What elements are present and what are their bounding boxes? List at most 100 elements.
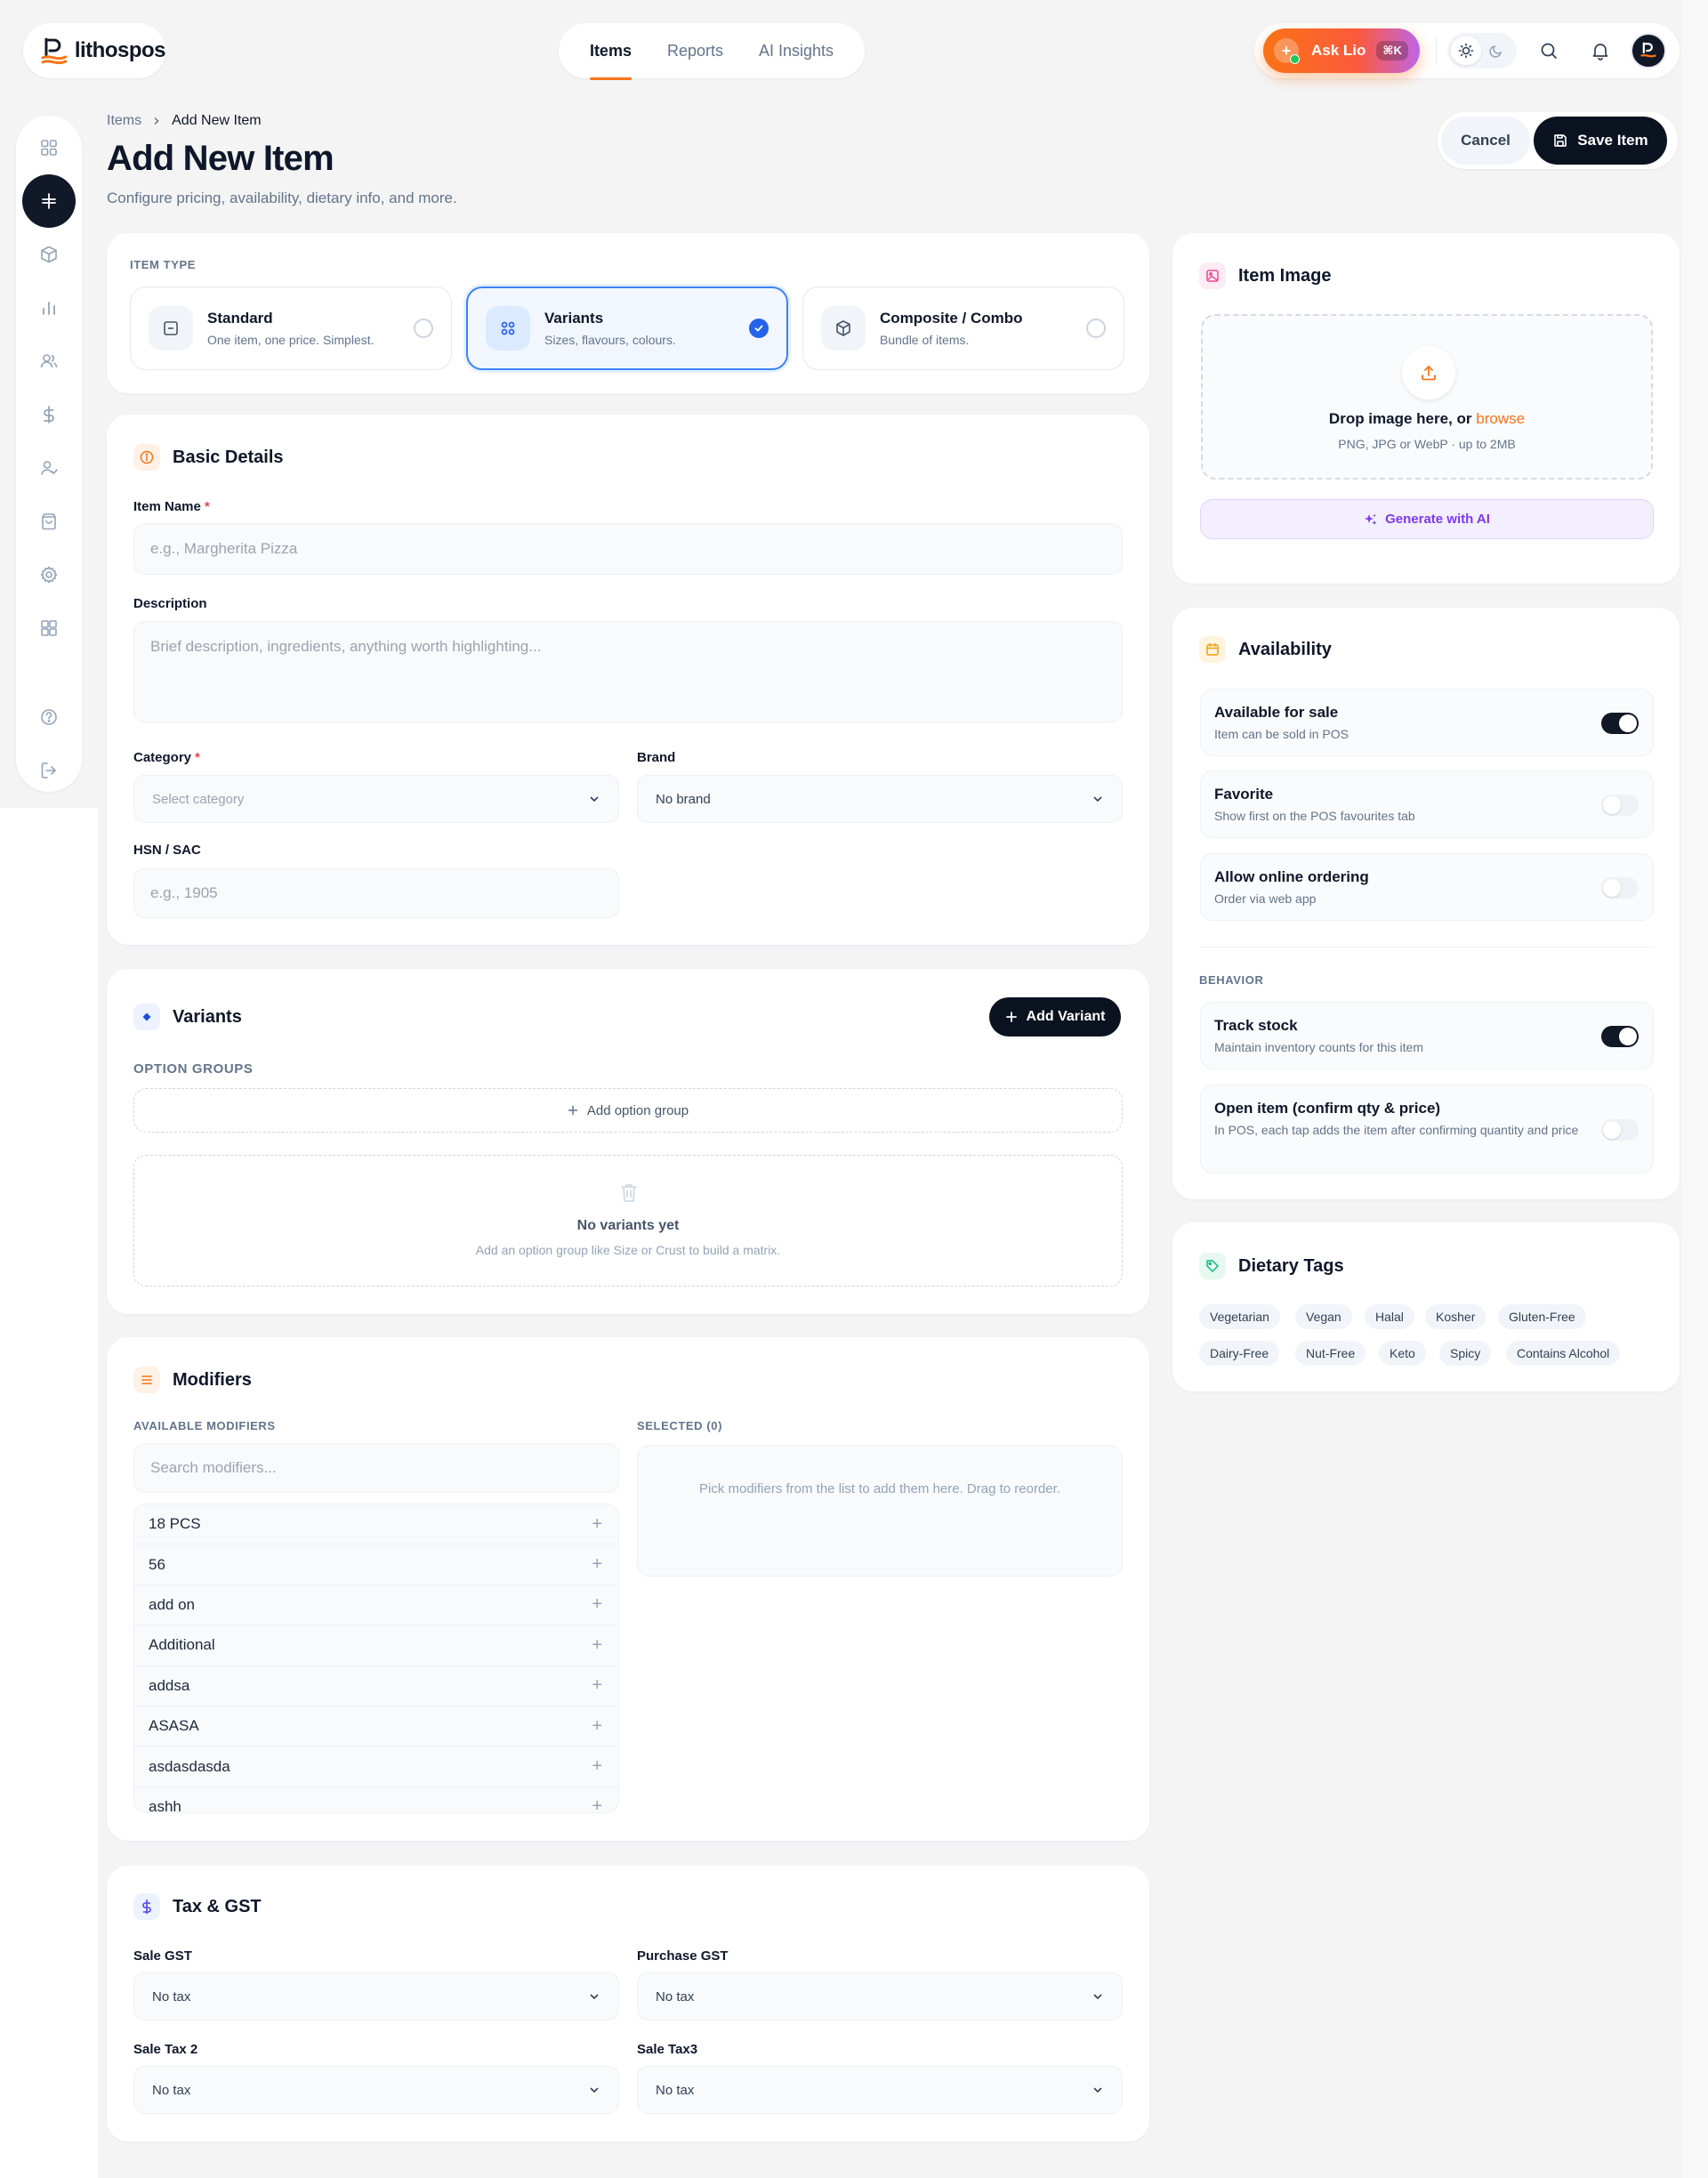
generate-with-ai-button[interactable]: Generate with AI [1200,499,1654,539]
plus-icon[interactable]: + [592,1514,602,1535]
plus-icon[interactable]: + [592,1554,602,1575]
tag-vegan[interactable]: Vegan [1295,1304,1352,1329]
breadcrumb-current: Add New Item [172,113,262,128]
image-dropzone[interactable]: Drop image here, or browse PNG, JPG or W… [1201,314,1653,480]
description-textarea[interactable]: Brief description, ingredients, anything… [133,621,1123,722]
item-type-standard[interactable]: Standard One item, one price. Simplest. [130,286,452,370]
tag-gluten-free[interactable]: Gluten-Free [1498,1304,1586,1329]
radio-variants-checked[interactable] [749,319,769,338]
chevron-down-icon [1093,1994,1102,2000]
tab-reports[interactable]: Reports [667,42,723,60]
browse-link[interactable]: browse [1476,410,1525,427]
sidebar-item-reports[interactable] [22,281,76,335]
plus-icon[interactable]: + [592,1756,602,1777]
sidebar-item-items[interactable] [22,228,76,281]
moon-icon[interactable] [1481,36,1511,65]
add-option-group-button[interactable]: Add option group [133,1088,1123,1133]
tab-ai-insights[interactable]: AI Insights [759,42,834,60]
tag-vegetarian[interactable]: Vegetarian [1199,1304,1280,1329]
select-value: No tax [152,2082,191,2098]
tag-halal[interactable]: Halal [1365,1304,1414,1329]
sale-tax2-select[interactable]: No tax [133,2066,619,2114]
sidebar-item-logout[interactable] [22,744,76,797]
plus-icon[interactable]: + [592,1635,602,1656]
required-mark: * [204,499,210,514]
cancel-button[interactable]: Cancel [1441,117,1530,165]
list-item[interactable]: 18 PCS + [134,1504,618,1545]
breadcrumb-items-link[interactable]: Items [107,113,141,129]
favorite-toggle[interactable] [1601,795,1639,816]
item-type-composite[interactable]: Composite / Combo Bundle of items. [802,286,1124,370]
tag-nut-free[interactable]: Nut-Free [1295,1341,1366,1366]
list-item[interactable]: 56 + [134,1545,618,1585]
plus-icon[interactable]: + [592,1716,602,1737]
theme-toggle[interactable] [1447,33,1517,69]
scroll-gutter [1681,0,1708,2178]
plus-icon[interactable]: + [592,1594,602,1615]
purchase-gst-select[interactable]: No tax [637,1972,1123,2021]
sidebar-item-dashboard[interactable] [22,121,76,174]
list-item[interactable]: ASASA + [134,1706,618,1747]
add-option-group-label: Add option group [586,1102,689,1118]
sidebar-item-finance[interactable] [22,388,76,441]
selected-modifiers-dropzone[interactable]: Pick modifiers from the list to add them… [637,1445,1123,1577]
search-modifiers-input[interactable]: Search modifiers... [133,1443,619,1493]
avatar[interactable] [1631,33,1666,69]
sidebar-item-pos[interactable] [22,174,76,228]
app-logo[interactable]: lithospos [23,23,166,78]
list-item[interactable]: Additional + [134,1625,618,1666]
sidebar-item-apps[interactable] [22,601,76,655]
row-desc: Order via web app [1214,891,1317,906]
item-type-label: ITEM TYPE [130,258,197,271]
list-item[interactable]: addsa + [134,1666,618,1706]
tag-icon [1199,1253,1226,1279]
hsn-input[interactable]: e.g., 1905 [133,868,619,918]
radio-composite[interactable] [1086,319,1106,338]
online-ordering-toggle[interactable] [1601,877,1639,899]
help-icon [41,709,57,725]
list-item[interactable]: add on + [134,1585,618,1626]
sidebar-item-settings[interactable] [22,548,76,601]
sidebar-item-orders[interactable] [22,495,76,548]
list-item[interactable]: asdasdasda + [134,1746,618,1787]
sidebar-item-staff[interactable] [22,441,76,495]
logo-mark-icon [41,37,68,65]
type-name: Variants [544,310,604,327]
tag-contains-alcohol[interactable]: Contains Alcohol [1506,1341,1621,1366]
header-actions: + Ask Lio ⌘K [1254,23,1680,78]
plus-icon[interactable]: + [592,1675,602,1696]
track-stock-row: Track stock Maintain inventory counts fo… [1200,1002,1654,1069]
tag-spicy[interactable]: Spicy [1439,1341,1492,1366]
sale-gst-select[interactable]: No tax [133,1972,619,2021]
save-item-label: Save Item [1577,132,1648,149]
category-select[interactable]: Select category [133,775,619,823]
search-icon[interactable] [1529,31,1568,70]
image-formats: PNG, JPG or WebP · up to 2MB [1338,437,1516,451]
add-variant-button[interactable]: Add Variant [989,997,1121,1037]
logo-text: lithospos [74,38,166,62]
sidebar [16,116,82,792]
list-item[interactable]: ashh + [134,1787,618,1812]
tag-kosher[interactable]: Kosher [1425,1304,1486,1329]
item-name-input[interactable]: e.g., Margherita Pizza [133,523,1123,575]
brand-select[interactable]: No brand [637,775,1123,823]
ask-lio-button[interactable]: + Ask Lio ⌘K [1263,28,1420,73]
diamond-icon [133,1004,160,1030]
tab-items[interactable]: Items [589,42,632,80]
item-type-variants[interactable]: Variants Sizes, flavours, colours. [466,286,788,370]
sun-icon[interactable] [1451,36,1481,65]
sidebar-item-help[interactable] [22,690,76,744]
sidebar-item-customers[interactable] [22,335,76,388]
bell-icon[interactable] [1581,31,1620,70]
tag-keto[interactable]: Keto [1379,1341,1426,1366]
plus-icon[interactable]: + [592,1796,602,1812]
sale-tax3-select[interactable]: No tax [637,2066,1123,2114]
row-desc: Maintain inventory counts for this item [1214,1040,1423,1054]
track-stock-toggle[interactable] [1601,1026,1639,1047]
radio-standard[interactable] [414,319,433,338]
available-for-sale-toggle[interactable] [1601,713,1639,734]
open-item-toggle[interactable] [1601,1119,1639,1141]
save-item-button[interactable]: Save Item [1534,117,1667,165]
empty-selected-text: Pick modifiers from the list to add them… [698,1481,1060,1496]
tag-dairy-free[interactable]: Dairy-Free [1199,1341,1280,1366]
